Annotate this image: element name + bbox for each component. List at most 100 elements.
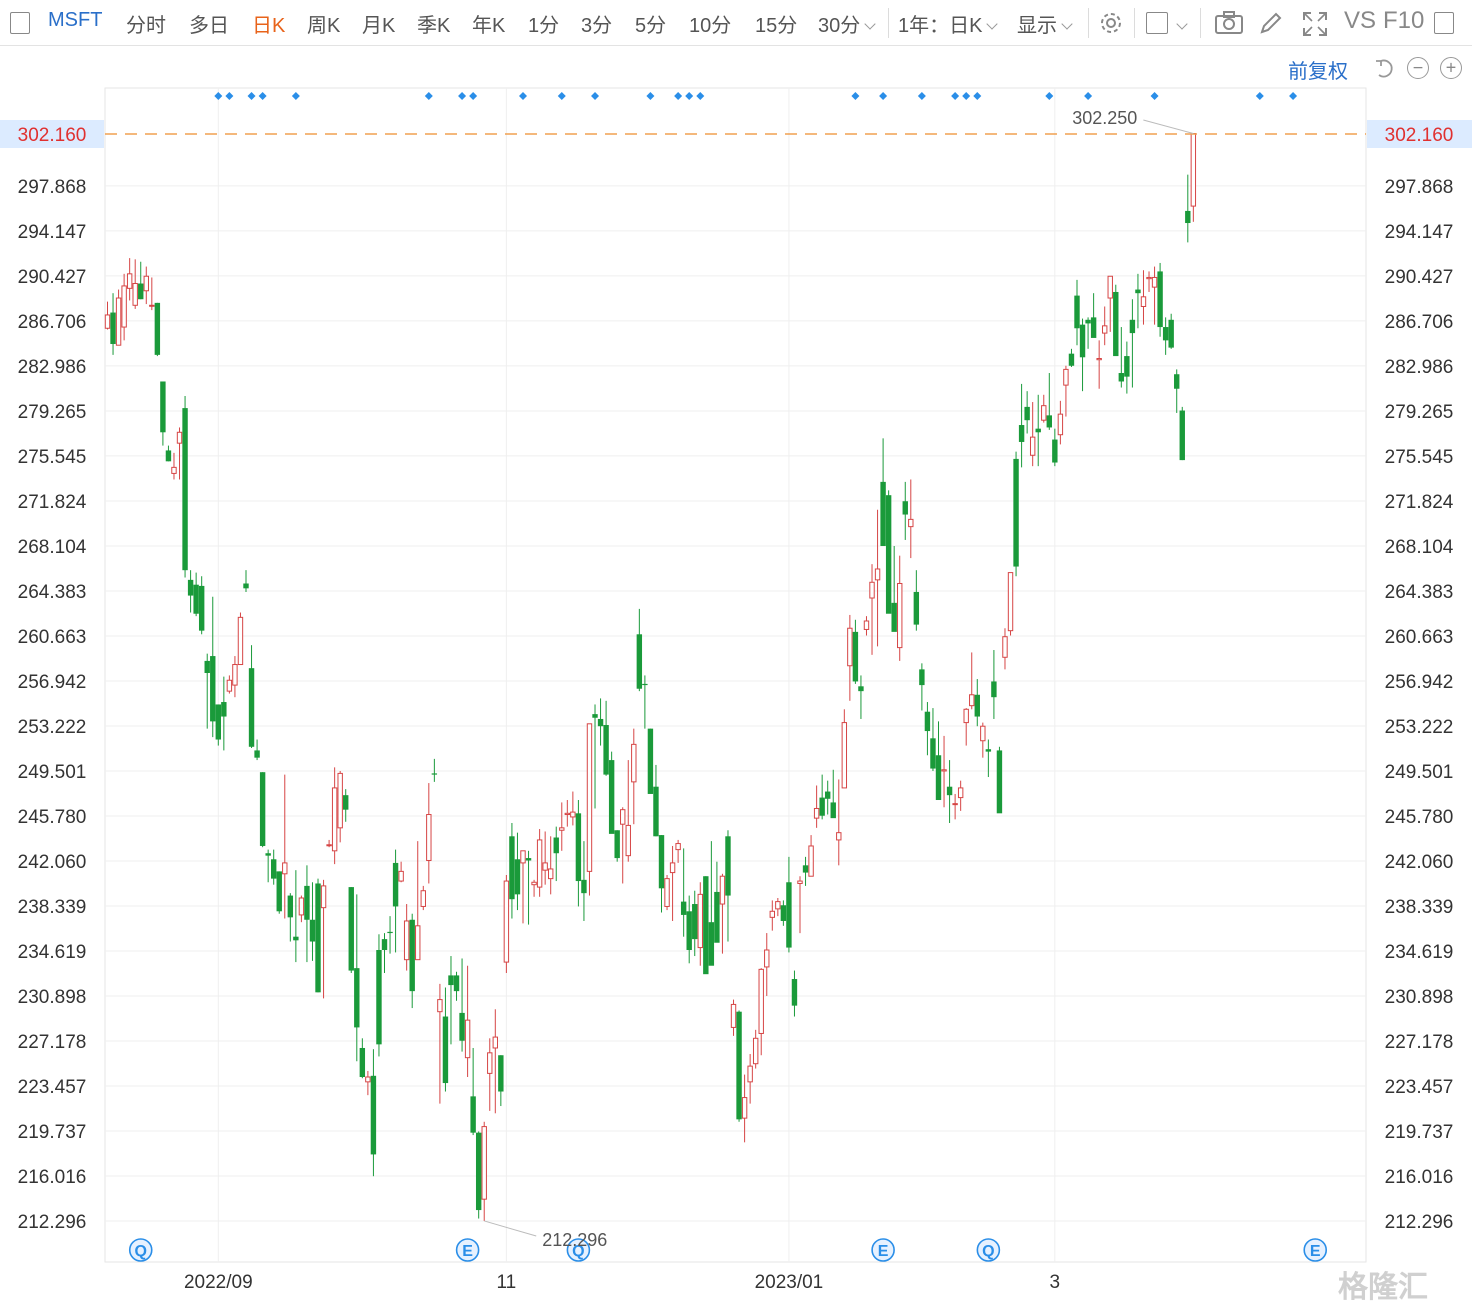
candle-body	[1168, 319, 1174, 348]
y-tick-label-right: 264.383	[1385, 582, 1454, 603]
period-tab-15min[interactable]: 15分	[755, 9, 797, 38]
candle	[625, 760, 631, 862]
candle	[104, 301, 111, 330]
candle-body	[398, 870, 404, 882]
period-tab-fenshi[interactable]: 分时	[126, 9, 166, 38]
candle-body	[265, 853, 271, 856]
period-tab-duori[interactable]: 多日	[189, 9, 229, 38]
display-select-label: 显示	[1017, 15, 1057, 37]
zoom-in-glyph: +	[1445, 57, 1457, 78]
candle	[747, 1054, 753, 1104]
candle-body	[154, 302, 161, 355]
y-tick-label-left: 286.706	[18, 312, 87, 333]
candle-body	[675, 843, 681, 851]
candle-body	[309, 919, 316, 942]
candle-body	[1118, 373, 1125, 382]
candle	[675, 839, 681, 863]
candle-body	[215, 704, 221, 740]
chevron-down-icon	[1061, 18, 1073, 30]
period-tab-weekly[interactable]: 周K	[307, 9, 340, 38]
candle-body	[1102, 325, 1108, 334]
candle-body	[442, 1016, 449, 1084]
candle	[1113, 284, 1119, 357]
candle-body	[897, 582, 903, 649]
news-marker	[214, 92, 223, 100]
adjust-mode-button[interactable]: 前复权	[1288, 55, 1348, 84]
candle	[874, 509, 881, 647]
news-marker	[291, 92, 300, 100]
toolbar-divider	[888, 8, 889, 38]
candle-body	[802, 865, 809, 873]
period-tab-monthly[interactable]: 月K	[362, 9, 395, 38]
candle	[126, 258, 133, 301]
candle-body	[470, 1096, 476, 1133]
chevron-down-icon[interactable]	[1176, 18, 1188, 30]
symbol-label[interactable]: MSFT	[48, 9, 102, 32]
toolbar-divider	[1088, 8, 1089, 38]
period-tab-5min[interactable]: 5分	[635, 9, 666, 38]
earnings-event-icon[interactable]: E	[871, 1238, 895, 1262]
candle-body	[381, 939, 388, 950]
y-tick-label-left: 294.147	[18, 222, 87, 243]
candle	[575, 800, 582, 907]
zoom-out-icon[interactable]: −	[1407, 57, 1429, 79]
candle-body	[331, 787, 338, 852]
candle-body	[813, 807, 820, 819]
candle-body	[237, 616, 244, 666]
candle-body	[808, 845, 814, 877]
plot-frame	[104, 87, 1367, 1263]
earnings-event-icon[interactable]: E	[1303, 1238, 1328, 1262]
y-tick-label-left: 230.898	[18, 987, 87, 1008]
candle	[531, 879, 537, 897]
candle-body	[631, 743, 637, 783]
display-select[interactable]: 显示	[1017, 9, 1073, 38]
event-icon-glyph: Q	[982, 1243, 994, 1260]
zoom-in-icon[interactable]: +	[1440, 57, 1462, 79]
camera-icon[interactable]	[1214, 11, 1244, 35]
y-tick-label-left: 297.868	[18, 177, 87, 198]
y-tick-label-left: 216.016	[18, 1167, 87, 1188]
layout-square-icon[interactable]	[1146, 12, 1168, 34]
f10-button[interactable]: F10	[1383, 7, 1424, 35]
candle	[392, 849, 399, 953]
candle	[1146, 271, 1152, 292]
pencil-icon[interactable]	[1258, 10, 1284, 36]
candle-body	[1135, 289, 1141, 294]
quarter-event-icon[interactable]: Q	[128, 1238, 153, 1262]
candle	[254, 739, 260, 761]
candle-body	[714, 891, 720, 943]
toggle-panel-icon[interactable]	[10, 12, 30, 34]
period-tab-30min[interactable]: 30分	[818, 9, 876, 38]
earnings-event-icon[interactable]: E	[455, 1238, 480, 1262]
fullscreen-icon[interactable]	[1301, 10, 1329, 38]
vs-button[interactable]: VS	[1344, 7, 1376, 35]
undo-icon[interactable]	[1373, 57, 1397, 81]
period-tab-quarterly[interactable]: 季K	[417, 9, 450, 38]
candle-body	[858, 686, 864, 692]
y-tick-label-left: 234.619	[18, 942, 87, 963]
period-tab-3min[interactable]: 3分	[581, 9, 612, 38]
period-tab-1min[interactable]: 1分	[528, 9, 559, 38]
candle	[825, 780, 831, 815]
candle-body	[132, 283, 138, 306]
candle-body	[193, 584, 199, 614]
candle	[1085, 317, 1091, 349]
candle-body	[1085, 319, 1091, 324]
candle	[1179, 406, 1185, 461]
quarter-event-icon[interactable]: Q	[566, 1238, 591, 1262]
quarter-event-icon[interactable]: Q	[976, 1238, 1001, 1262]
candlestick-chart[interactable]: 302.160 302.160 297.868 297.868 294.147 294.1…	[0, 0, 1472, 1306]
candle-body	[232, 664, 238, 686]
gear-icon[interactable]	[1097, 9, 1125, 37]
candle-body	[354, 968, 360, 1028]
range-select[interactable]: 1年：日K	[898, 9, 999, 38]
side-panel-icon[interactable]	[1434, 12, 1454, 34]
period-tab-yearly[interactable]: 年K	[472, 9, 505, 38]
event-icon-circle	[128, 1238, 153, 1262]
candle	[980, 722, 986, 758]
period-tab-10min[interactable]: 10分	[689, 9, 731, 38]
candle	[437, 983, 443, 1104]
news-marker	[557, 92, 566, 100]
period-tab-daily[interactable]: 日K	[252, 9, 285, 38]
candle	[653, 764, 659, 837]
